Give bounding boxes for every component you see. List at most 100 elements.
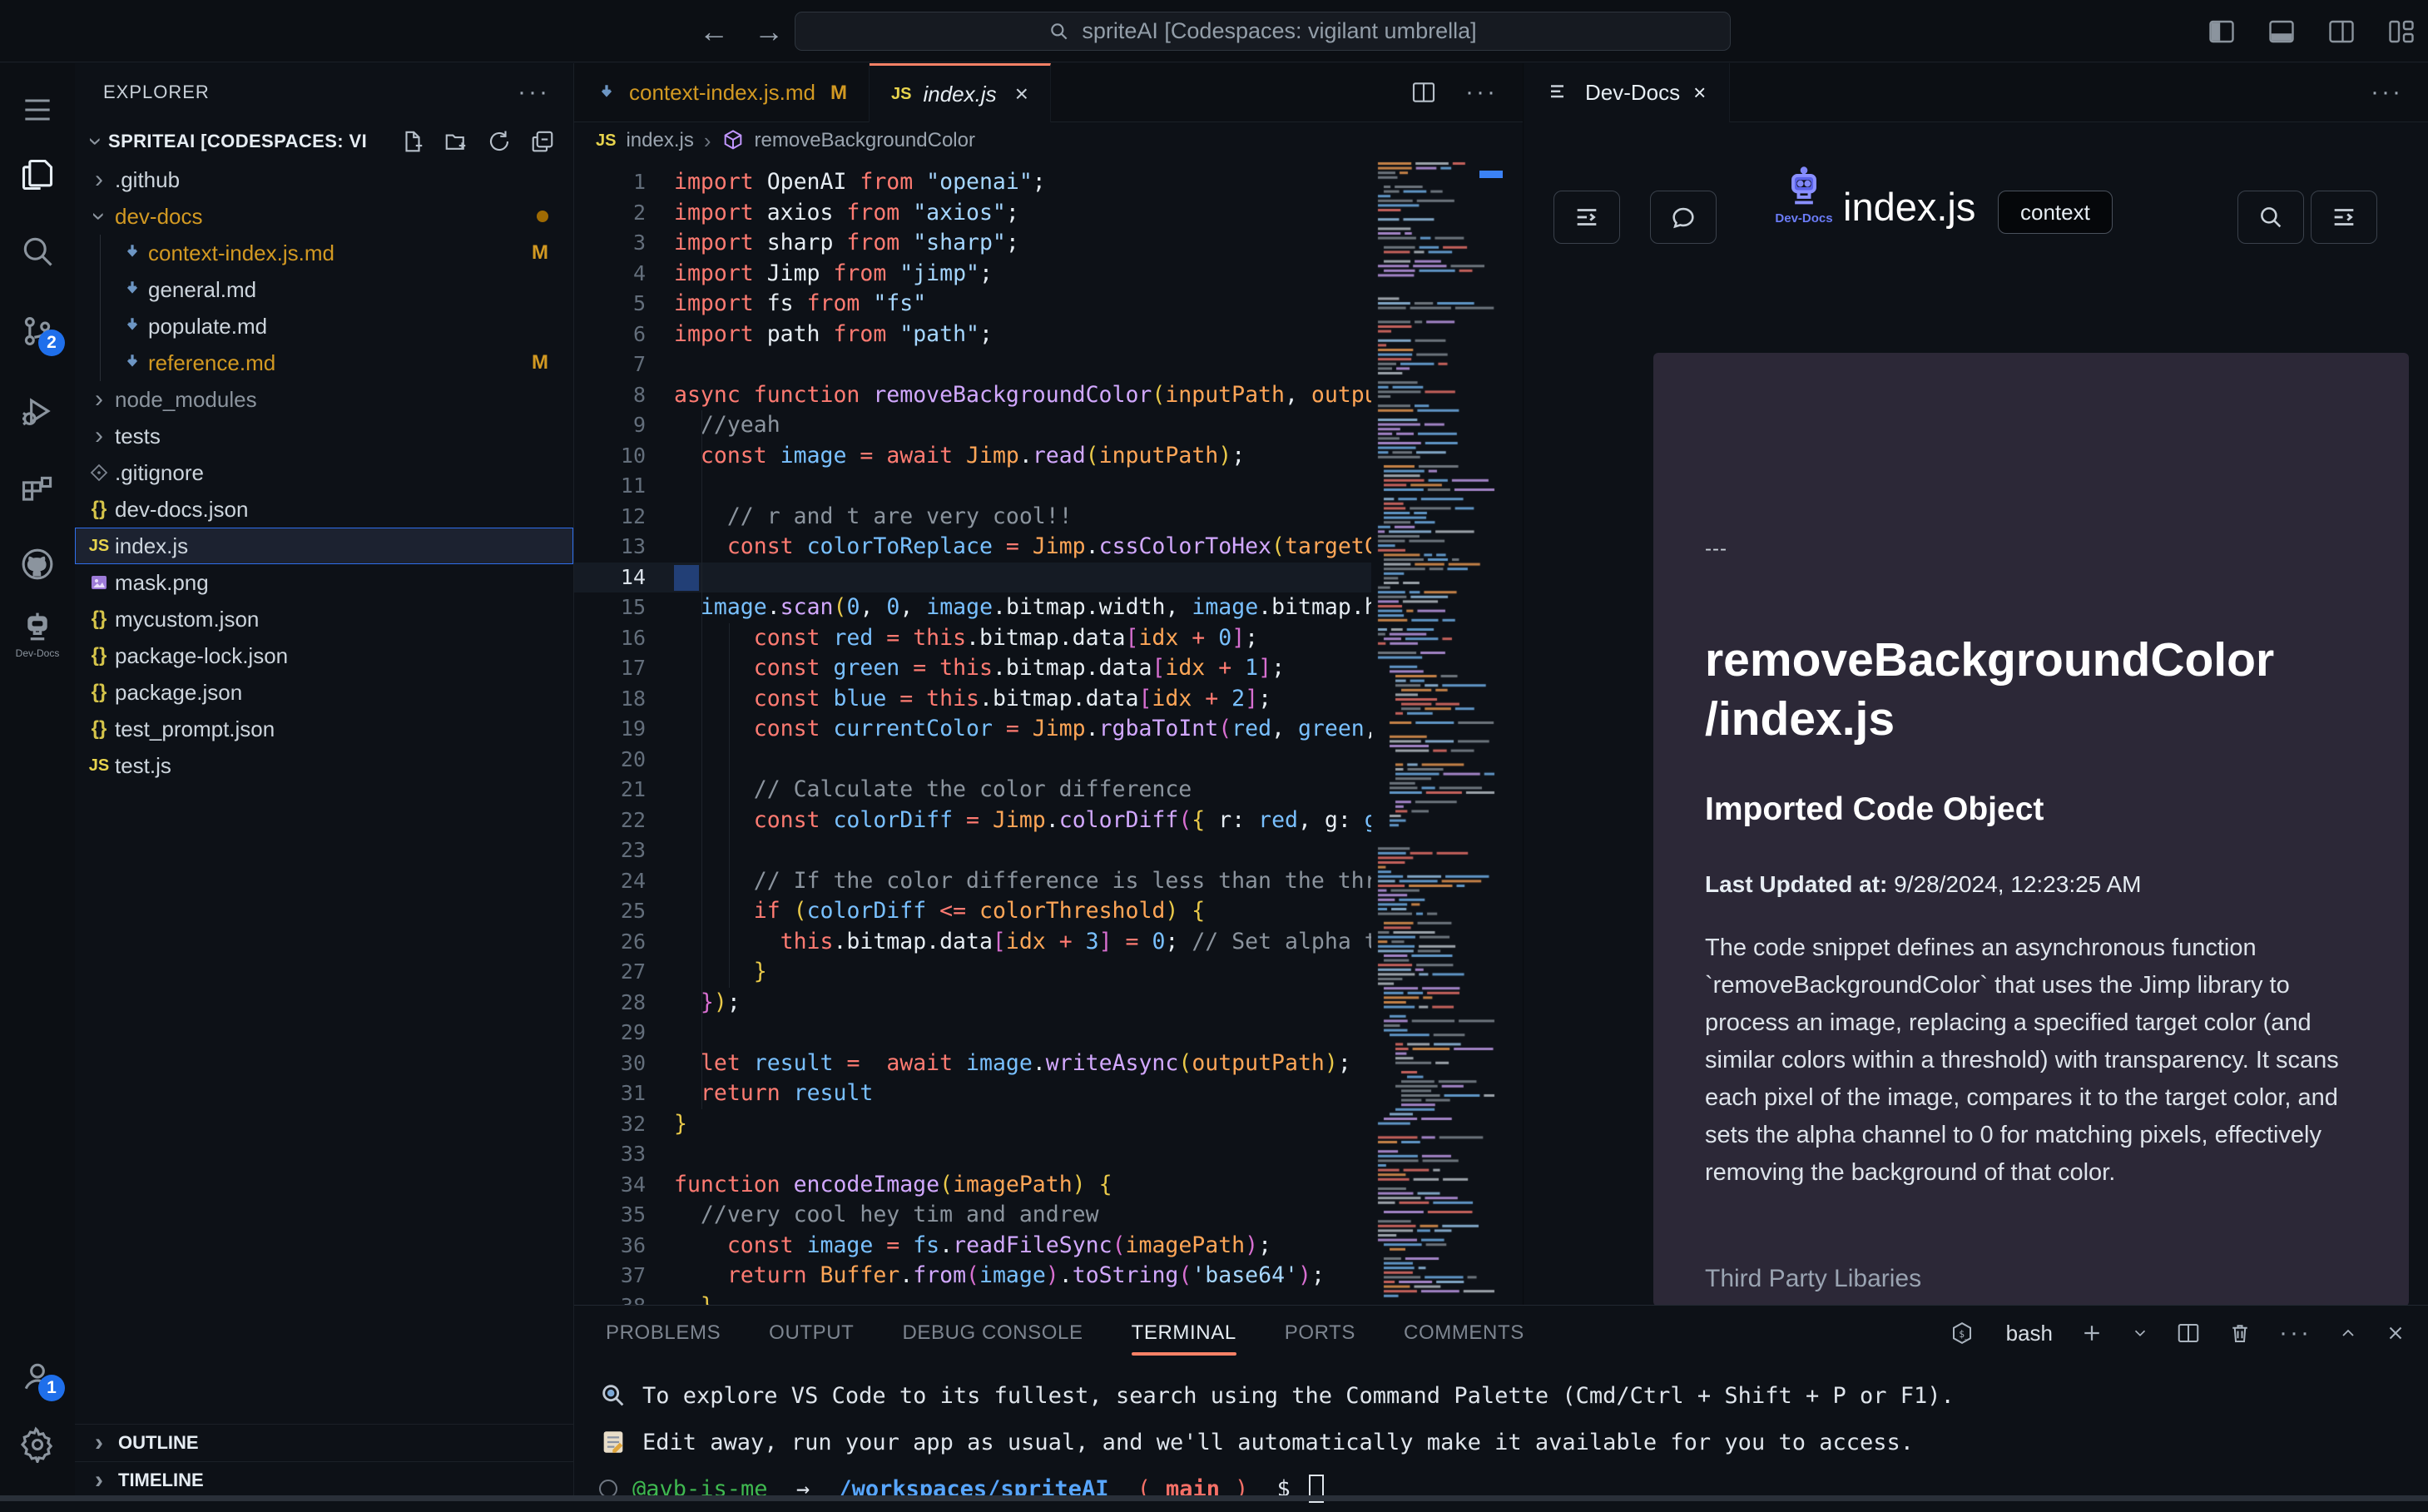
code-line-13: 13 const colorToReplace = Jimp.cssColorT… [574, 532, 1371, 563]
devdocs-header: Dev-Docs index.js context [1524, 122, 2428, 354]
close-tab-icon[interactable]: × [1015, 81, 1028, 107]
tree-folder-.github[interactable]: ›.github [75, 161, 573, 198]
minimap[interactable] [1371, 159, 1504, 1305]
list-icon [1547, 80, 1572, 105]
tree-file-test_prompt.json[interactable]: {}test_prompt.json [75, 711, 573, 747]
git-modified-badge: M [532, 351, 548, 374]
tree-file-package.json[interactable]: {}package.json [75, 674, 573, 711]
tree-file-index.js[interactable]: JSindex.js [75, 528, 573, 564]
tab-context-index.js.md[interactable]: context-index.js.mdM [574, 63, 870, 122]
outline-chevron-icon: › [87, 1429, 111, 1457]
panel-tab-debug-console[interactable]: DEBUG CONSOLE [902, 1306, 1083, 1361]
devdocs-logo-label: Dev-Docs [1775, 211, 1833, 226]
kill-terminal-icon[interactable] [2227, 1321, 2252, 1346]
devdocs-search-button[interactable] [2237, 191, 2304, 244]
activity-search-icon[interactable] [0, 220, 75, 283]
breadcrumb: JS index.js › removeBackgroundColor [574, 122, 1523, 159]
bash-icon: $_ [1950, 1321, 1975, 1346]
toggle-panel-icon[interactable] [2267, 17, 2297, 47]
panel-tab-output[interactable]: OUTPUT [769, 1306, 854, 1361]
search-placeholder: spriteAI [Codespaces: vigilant umbrella] [1082, 18, 1476, 44]
split-editor-icon[interactable] [1410, 79, 1437, 106]
timeline-section[interactable]: › TIMELINE [75, 1461, 573, 1499]
tree-folder-dev-docs[interactable]: ›dev-docs [75, 198, 573, 235]
collapse-folders-icon[interactable] [530, 129, 555, 154]
panel-tab-ports[interactable]: PORTS [1285, 1306, 1355, 1361]
explorer-more-actions-icon[interactable]: ··· [518, 78, 550, 107]
symbol-method-icon [721, 129, 745, 152]
activity-github-icon[interactable] [0, 533, 75, 596]
panel-tab-comments[interactable]: COMMENTS [1404, 1306, 1524, 1361]
tree-file-mask.png[interactable]: mask.png [75, 564, 573, 601]
breadcrumb-symbol[interactable]: removeBackgroundColor [755, 129, 975, 152]
editor-more-actions-icon[interactable]: ··· [1465, 78, 1498, 107]
activity-explorer-icon[interactable] [0, 143, 75, 206]
terminal-dropdown-icon[interactable] [2131, 1321, 2149, 1346]
close-tab-icon[interactable]: × [1693, 80, 1706, 106]
code-line-10: 10 const image = await Jimp.read(inputPa… [574, 441, 1371, 472]
tree-file-general.md[interactable]: general.md [75, 271, 573, 308]
tree-item-label: populate.md [148, 314, 267, 340]
tree-file-dev-docs.json[interactable]: {}dev-docs.json [75, 491, 573, 528]
tree-folder-node_modules[interactable]: ›node_modules [75, 381, 573, 418]
panel-tab-problems[interactable]: PROBLEMS [606, 1306, 721, 1361]
timeline-chevron-icon: › [87, 1466, 111, 1495]
new-folder-icon[interactable] [443, 129, 468, 154]
maximize-panel-icon[interactable] [2338, 1321, 2358, 1346]
code-line-8: 8async function removeBackgroundColor(in… [574, 380, 1371, 411]
code-editor[interactable]: 1import OpenAI from "openai";2import axi… [574, 159, 1371, 1305]
activity-menu-icon[interactable] [0, 78, 75, 141]
tree-file-package-lock.json[interactable]: {}package-lock.json [75, 637, 573, 674]
code-line-38: 38 } [574, 1291, 1371, 1306]
terminal-line-1: To explore VS Code to its fullest, searc… [599, 1372, 2396, 1419]
code-line-25: 25 if (colorDiff <= colorThreshold) { [574, 896, 1371, 927]
activity-dev-docs-icon[interactable]: Dev-Docs [0, 602, 75, 666]
chat-button[interactable] [1650, 191, 1717, 244]
shell-label[interactable]: bash [2006, 1321, 2053, 1346]
refresh-icon[interactable] [487, 129, 512, 154]
tree-file-.gitignore[interactable]: .gitignore [75, 454, 573, 491]
folder-chevron-icon: › [95, 166, 103, 194]
activity-account-icon[interactable]: 1 [0, 1345, 75, 1408]
activity-source-control-icon[interactable]: 2 [0, 300, 75, 363]
activity-settings-icon[interactable] [0, 1413, 75, 1476]
devdocs-more-actions-icon[interactable]: ··· [2371, 78, 2428, 107]
document-title: removeBackgroundColor/index.js [1705, 631, 2357, 748]
close-panel-icon[interactable] [2385, 1321, 2406, 1346]
minimap-selection-marker [1479, 171, 1503, 178]
tab-index.js[interactable]: JSindex.js× [870, 63, 1051, 122]
tree-file-populate.md[interactable]: populate.md [75, 308, 573, 345]
split-terminal-icon[interactable] [2176, 1321, 2201, 1346]
workspace-section-header[interactable]: › SPRITEAI [CODESPACES: VIGI... [75, 123, 573, 160]
activity-run-debug-icon[interactable] [0, 379, 75, 443]
tab-dev-docs[interactable]: Dev-Docs × [1524, 63, 1730, 122]
timeline-label: TIMELINE [118, 1470, 204, 1491]
tree-folder-tests[interactable]: ›tests [75, 418, 573, 454]
terminal[interactable]: To explore VS Code to its fullest, searc… [599, 1372, 2396, 1512]
outline-section[interactable]: › OUTLINE [75, 1424, 573, 1461]
tree-file-reference.md[interactable]: reference.mdM [75, 345, 573, 381]
tree-item-label: mask.png [115, 570, 209, 596]
tree-file-mycustom.json[interactable]: {}mycustom.json [75, 601, 573, 637]
tree-item-label: context-index.js.md [148, 240, 334, 266]
panel-more-actions-icon[interactable]: ··· [2279, 1319, 2312, 1347]
breadcrumb-file[interactable]: index.js [626, 129, 693, 152]
tree-file-test.js[interactable]: JStest.js [75, 747, 573, 784]
command-center-search[interactable]: spriteAI [Codespaces: vigilant umbrella] [795, 12, 1731, 51]
panel-tab-terminal[interactable]: TERMINAL [1132, 1306, 1236, 1361]
tree-file-context-index.js.md[interactable]: context-index.js.mdM [75, 235, 573, 271]
tree-item-label: .gitignore [115, 460, 204, 486]
toggle-sidebar-icon[interactable] [2207, 17, 2237, 47]
new-terminal-icon[interactable] [2079, 1321, 2104, 1346]
customize-layout-icon[interactable] [2386, 17, 2416, 47]
toggle-secondary-sidebar-icon[interactable] [2326, 17, 2356, 47]
devdocs-menu-button[interactable] [2311, 191, 2377, 244]
context-badge-button[interactable]: context [1998, 191, 2113, 234]
file-tree: ›.github›dev-docscontext-index.js.mdMgen… [75, 161, 573, 784]
code-line-24: 24 // If the color difference is less th… [574, 866, 1371, 897]
outline-view-button[interactable] [1553, 191, 1620, 244]
back-arrow-icon[interactable]: ← [699, 14, 729, 49]
forward-arrow-icon[interactable]: → [754, 14, 784, 49]
activity-extensions-icon[interactable] [0, 459, 75, 523]
new-file-icon[interactable] [400, 129, 425, 154]
